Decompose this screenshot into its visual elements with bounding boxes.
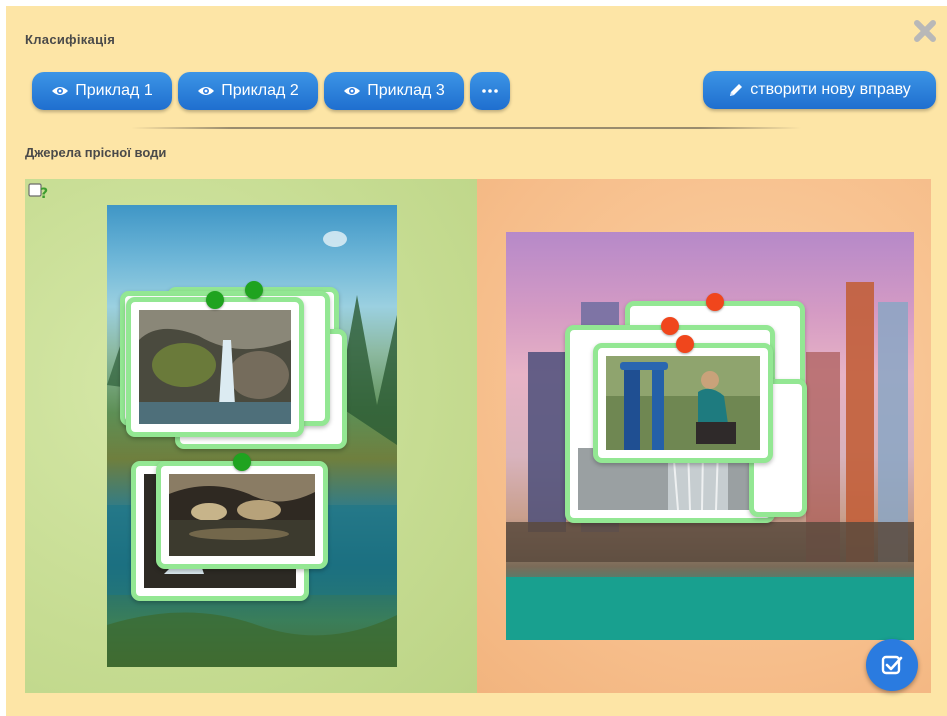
card-waterfall-rocks[interactable]	[126, 297, 304, 437]
eye-icon	[52, 87, 69, 95]
pencil-icon	[730, 84, 743, 96]
help-icon[interactable]: ?	[28, 182, 48, 202]
check-answers-button[interactable]	[866, 639, 918, 691]
svg-text:?: ?	[40, 186, 48, 200]
eye-icon	[344, 87, 361, 95]
card-pin	[206, 291, 224, 309]
example-1-button[interactable]: Приклад 1	[32, 72, 172, 110]
app-title: Класифікація	[25, 32, 116, 47]
card-pin	[706, 293, 724, 311]
example-3-label: Приклад 3	[367, 82, 445, 99]
card-woman-at-water-pump[interactable]	[593, 343, 773, 463]
card-pin	[245, 281, 263, 299]
more-button[interactable]	[470, 72, 510, 110]
close-icon[interactable]	[912, 18, 938, 44]
card-cave-water[interactable]	[156, 461, 328, 569]
card-image	[169, 474, 315, 556]
card-image	[139, 310, 291, 424]
create-new-exercise-button[interactable]: створити нову вправу	[703, 71, 936, 109]
example-1-label: Приклад 1	[75, 82, 153, 99]
example-2-label: Приклад 2	[221, 82, 299, 99]
exercise-title: Джерела прісної води	[25, 145, 167, 160]
eye-icon	[198, 87, 215, 95]
classification-board: ?	[25, 179, 931, 693]
card-pin	[661, 317, 679, 335]
check-square-icon	[881, 655, 903, 675]
create-new-exercise-label: створити нову вправу	[750, 81, 911, 98]
example-2-button[interactable]: Приклад 2	[178, 72, 318, 110]
card-pin	[676, 335, 694, 353]
card-pin	[233, 453, 251, 471]
card-image	[606, 356, 760, 450]
example-3-button[interactable]: Приклад 3	[324, 72, 464, 110]
divider	[131, 127, 801, 129]
ellipsis-icon	[482, 89, 498, 93]
